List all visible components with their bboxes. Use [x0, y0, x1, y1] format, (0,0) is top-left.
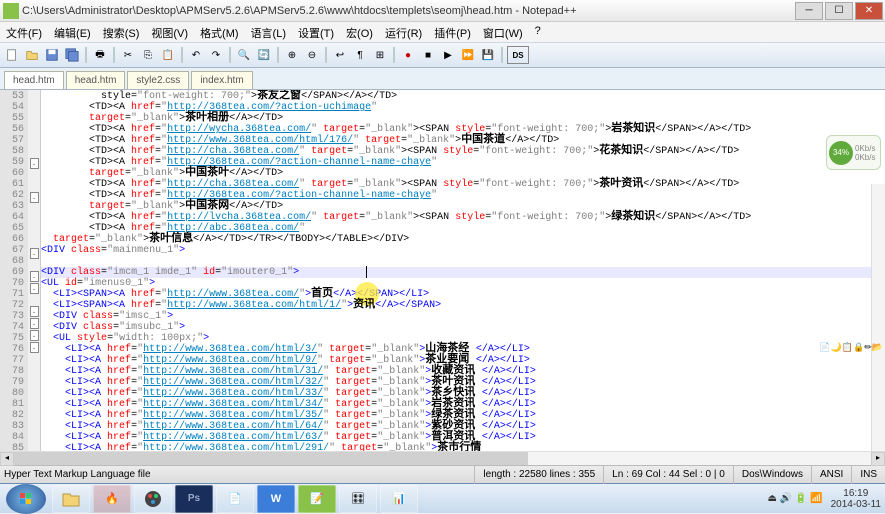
window-title: C:\Users\Administrator\Desktop\APMServ5.… — [22, 5, 795, 17]
redo-icon[interactable]: ↷ — [207, 46, 225, 64]
replace-icon[interactable]: 🔄 — [255, 46, 273, 64]
status-mode: INS — [851, 466, 885, 484]
taskbar-app-icon[interactable]: W — [257, 485, 295, 513]
menu-item[interactable]: 设置(T) — [292, 22, 340, 42]
menu-item[interactable]: 插件(P) — [428, 22, 477, 42]
toolbar-separator — [501, 47, 503, 63]
menu-item[interactable]: 语言(L) — [245, 22, 292, 42]
maximize-button[interactable]: ☐ — [825, 2, 853, 20]
taskbar-explorer-icon[interactable] — [52, 485, 90, 513]
menu-item[interactable]: 窗口(W) — [477, 22, 529, 42]
menu-item[interactable]: 宏(O) — [340, 22, 379, 42]
play-multi-icon[interactable]: ⏩ — [459, 46, 477, 64]
new-file-icon[interactable] — [3, 46, 21, 64]
toolbar-separator — [181, 47, 183, 63]
menu-item[interactable]: 格式(M) — [194, 22, 245, 42]
toolbar-separator — [277, 47, 279, 63]
toolbar-separator — [325, 47, 327, 63]
status-encoding: ANSI — [811, 466, 851, 484]
open-file-icon[interactable] — [23, 46, 41, 64]
save-icon[interactable] — [43, 46, 61, 64]
start-button[interactable] — [6, 484, 46, 514]
line-number-gutter: 5354555657585960616263646566676869707172… — [0, 90, 28, 451]
taskbar-app-icon[interactable]: 🎛 — [339, 485, 377, 513]
network-monitor-badge[interactable]: 34% 0Kb/s 0Kb/s — [826, 135, 881, 170]
doc-switcher-icon[interactable]: DS — [507, 46, 529, 64]
cut-icon[interactable]: ✂ — [119, 46, 137, 64]
taskbar-notepadpp-icon[interactable]: 📝 — [298, 485, 336, 513]
save-all-icon[interactable] — [63, 46, 81, 64]
find-icon[interactable]: 🔍 — [235, 46, 253, 64]
taskbar-photoshop-icon[interactable]: Ps — [175, 485, 213, 513]
paste-icon[interactable]: 📋 — [159, 46, 177, 64]
app-icon — [3, 3, 19, 19]
undo-icon[interactable]: ↶ — [187, 46, 205, 64]
toolbar-separator — [113, 47, 115, 63]
toolbar-separator — [393, 47, 395, 63]
menu-item[interactable]: 编辑(E) — [48, 22, 97, 42]
menu-item[interactable]: 搜索(S) — [97, 22, 146, 42]
status-filetype: Hyper Text Markup Language file — [0, 469, 380, 480]
save-macro-icon[interactable]: 💾 — [479, 46, 497, 64]
scroll-right-button[interactable]: ▸ — [871, 452, 885, 466]
menu-item[interactable]: ? — [529, 22, 547, 42]
stop-macro-icon[interactable]: ■ — [419, 46, 437, 64]
code-editor[interactable]: style="font-weight: 700;">茶友之窗</SPAN></A… — [41, 90, 885, 451]
taskbar-app-icon[interactable]: 📊 — [380, 485, 418, 513]
status-position: Ln : 69 Col : 44 Sel : 0 | 0 — [603, 466, 733, 484]
system-tray[interactable]: ⏏ 🔊 🔋 📶 16:19 2014-03-11 — [767, 488, 885, 510]
file-tab[interactable]: head.htm — [66, 71, 126, 89]
tray-date: 2014-03-11 — [831, 499, 881, 510]
menu-item[interactable]: 运行(R) — [379, 22, 428, 42]
minimize-button[interactable]: ─ — [795, 2, 823, 20]
scrollbar-thumb[interactable] — [14, 452, 528, 465]
copy-icon[interactable]: ⎘ — [139, 46, 157, 64]
taskbar-app-icon[interactable]: 📄 — [216, 485, 254, 513]
menu-item[interactable]: 视图(V) — [145, 22, 194, 42]
toolbar-separator — [229, 47, 231, 63]
scroll-left-button[interactable]: ◂ — [0, 452, 14, 466]
play-macro-icon[interactable]: ▶ — [439, 46, 457, 64]
indent-guide-icon[interactable]: ⊞ — [371, 46, 389, 64]
record-macro-icon[interactable]: ● — [399, 46, 417, 64]
file-tab[interactable]: style2.css — [127, 71, 189, 89]
print-icon[interactable]: 🖶 — [91, 46, 109, 64]
status-length: length : 22580 lines : 355 — [474, 466, 603, 484]
wrap-icon[interactable]: ↩ — [331, 46, 349, 64]
scrollbar-track[interactable] — [14, 452, 871, 465]
menu-item[interactable]: 文件(F) — [0, 22, 48, 42]
toolbar-separator — [85, 47, 87, 63]
taskbar-app-icon[interactable]: 🔥 — [93, 485, 131, 513]
zoom-in-icon[interactable]: ⊕ — [283, 46, 301, 64]
close-button[interactable]: ✕ — [855, 2, 883, 20]
status-os: Dos\Windows — [733, 466, 811, 484]
file-tab[interactable]: head.htm — [4, 71, 64, 89]
tray-time: 16:19 — [831, 488, 881, 499]
fold-gutter[interactable]: ---------- — [28, 90, 41, 451]
taskbar-app-icon[interactable] — [134, 485, 172, 513]
zoom-out-icon[interactable]: ⊖ — [303, 46, 321, 64]
show-chars-icon[interactable]: ¶ — [351, 46, 369, 64]
file-tab[interactable]: index.htm — [191, 71, 252, 89]
